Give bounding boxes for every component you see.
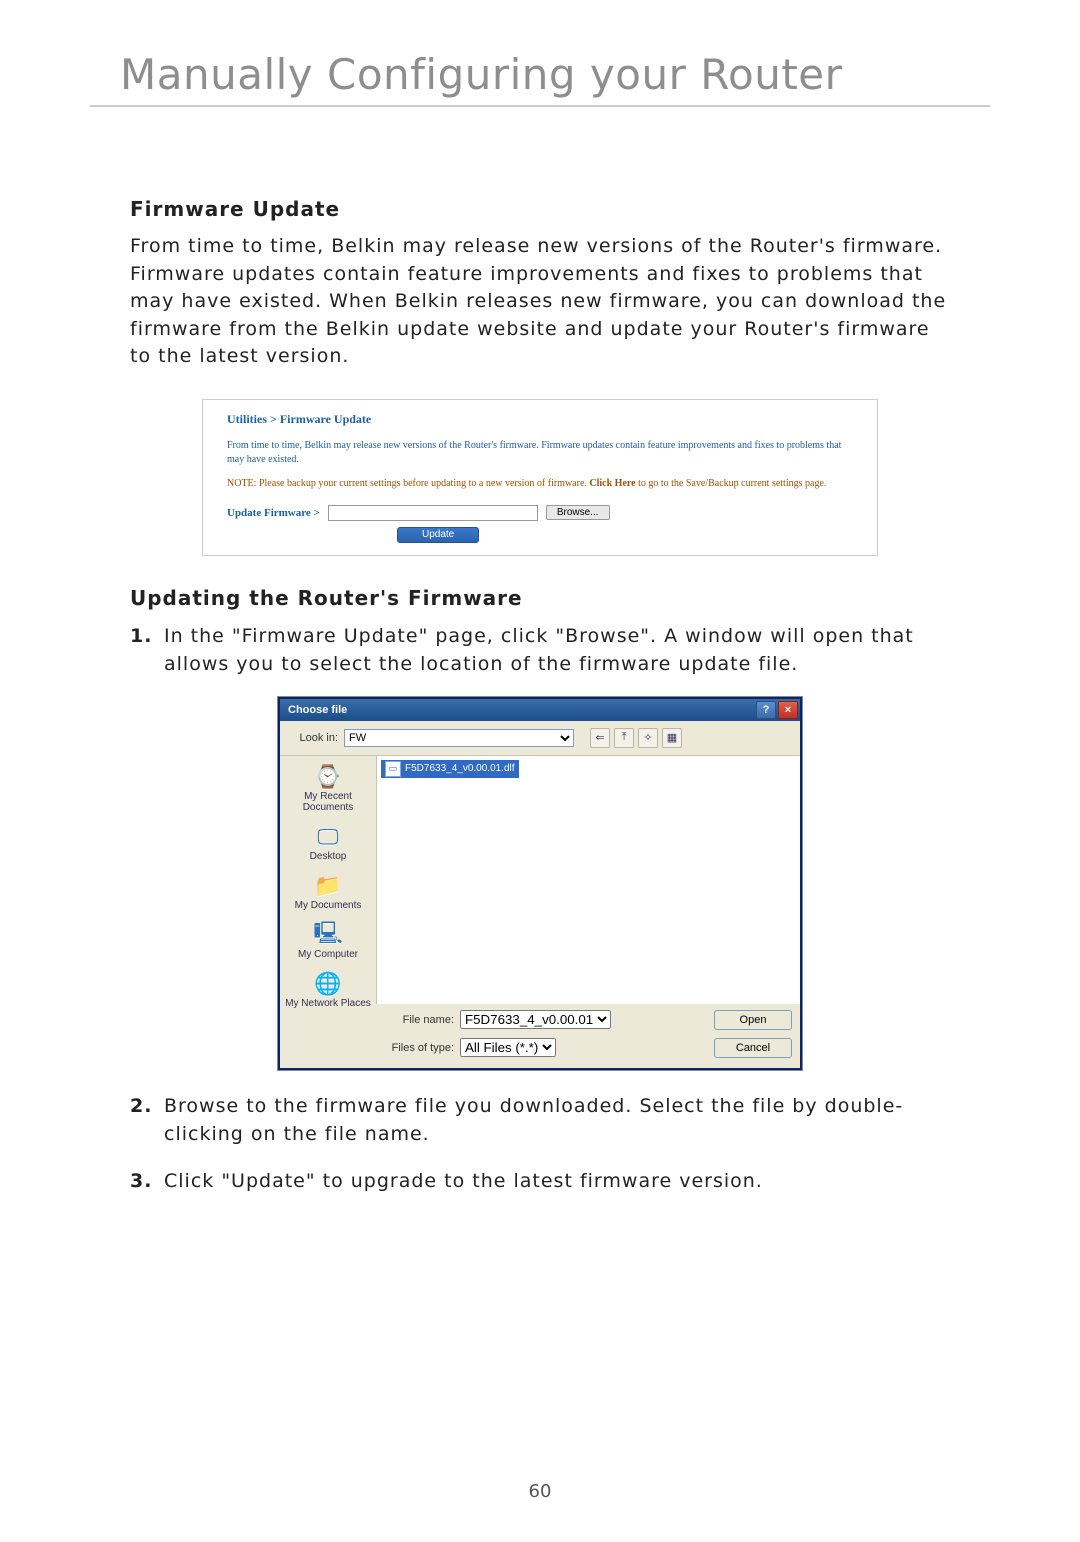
place-desktop[interactable]: 🖵 Desktop (280, 820, 376, 867)
step-3: 3. Click "Update" to upgrade to the late… (130, 1167, 950, 1196)
step-1-text: In the "Firmware Update" page, click "Br… (164, 622, 950, 679)
page-number: 60 (0, 1481, 1080, 1502)
paragraph-firmware-update: From time to time, Belkin may release ne… (130, 233, 950, 371)
lookin-label: Look in: (288, 732, 338, 744)
panel-note-prefix: NOTE: Please backup your current setting… (227, 478, 589, 489)
place-recent-label: My Recent Documents (280, 791, 376, 813)
lookin-select[interactable]: FW (344, 729, 574, 747)
choose-file-dialog: Choose file ? × Look in: FW ⇐ ⤒ ✧ ▦ (278, 697, 802, 1070)
recent-icon: ⌚ (312, 763, 344, 791)
filetype-select[interactable]: All Files (*.*) (460, 1038, 556, 1057)
update-firmware-label: Update Firmware > (227, 507, 320, 519)
dialog-titlebar: Choose file ? × (280, 699, 800, 721)
file-area[interactable]: ▭ F5D7633_4_v0.00.01.dlf (377, 756, 800, 1004)
update-button[interactable]: Update (397, 527, 479, 543)
filetype-label: Files of type: (382, 1042, 454, 1054)
file-item-name: F5D7633_4_v0.00.01.dlf (405, 763, 515, 774)
panel-breadcrumb: Utilities > Firmware Update (227, 412, 857, 427)
documents-icon: 📁 (312, 872, 344, 900)
place-documents-label: My Documents (295, 900, 362, 911)
nav-up-icon[interactable]: ⤒ (614, 728, 634, 748)
panel-note-suffix: to go to the Save/Backup current setting… (636, 478, 827, 489)
browse-button[interactable]: Browse... (546, 505, 610, 520)
panel-note: NOTE: Please backup your current setting… (227, 477, 857, 491)
title-rule (90, 105, 990, 107)
dialog-title: Choose file (288, 704, 347, 716)
place-computer[interactable]: 🖳 My Computer (280, 918, 376, 965)
place-computer-label: My Computer (298, 949, 358, 960)
step-3-number: 3. (130, 1167, 164, 1196)
heading-firmware-update: Firmware Update (130, 197, 990, 221)
places-bar: ⌚ My Recent Documents 🖵 Desktop 📁 My Doc… (280, 756, 377, 1004)
nav-newfolder-icon[interactable]: ✧ (638, 728, 658, 748)
step-2: 2. Browse to the firmware file you downl… (130, 1092, 950, 1149)
step-1: 1. In the "Firmware Update" page, click … (130, 622, 950, 679)
filename-label: File name: (382, 1014, 454, 1026)
firmware-update-panel: Utilities > Firmware Update From time to… (202, 399, 878, 556)
place-recent[interactable]: ⌚ My Recent Documents (280, 760, 376, 818)
nav-viewmode-icon[interactable]: ▦ (662, 728, 682, 748)
help-button[interactable]: ? (756, 701, 776, 719)
computer-icon: 🖳 (312, 921, 344, 949)
close-button[interactable]: × (778, 701, 798, 719)
network-icon: 🌐 (312, 970, 344, 998)
place-desktop-label: Desktop (310, 851, 347, 862)
place-documents[interactable]: 📁 My Documents (280, 869, 376, 916)
open-button[interactable]: Open (714, 1010, 792, 1030)
heading-updating-firmware: Updating the Router's Firmware (130, 586, 990, 610)
file-icon: ▭ (385, 761, 401, 777)
panel-note-link[interactable]: Click Here (589, 478, 635, 489)
step-2-number: 2. (130, 1092, 164, 1149)
firmware-file-input[interactable] (328, 505, 538, 521)
desktop-icon: 🖵 (312, 823, 344, 851)
place-network[interactable]: 🌐 My Network Places (280, 967, 376, 1014)
place-network-label: My Network Places (285, 998, 371, 1009)
file-item-selected[interactable]: ▭ F5D7633_4_v0.00.01.dlf (381, 760, 519, 778)
panel-paragraph: From time to time, Belkin may release ne… (227, 439, 857, 467)
page-title: Manually Configuring your Router (120, 50, 990, 99)
filename-select[interactable]: F5D7633_4_v0.00.01 (460, 1010, 611, 1029)
step-2-text: Browse to the firmware file you download… (164, 1092, 950, 1149)
cancel-button[interactable]: Cancel (714, 1038, 792, 1058)
step-3-text: Click "Update" to upgrade to the latest … (164, 1167, 950, 1196)
nav-back-icon[interactable]: ⇐ (590, 728, 610, 748)
step-1-number: 1. (130, 622, 164, 679)
